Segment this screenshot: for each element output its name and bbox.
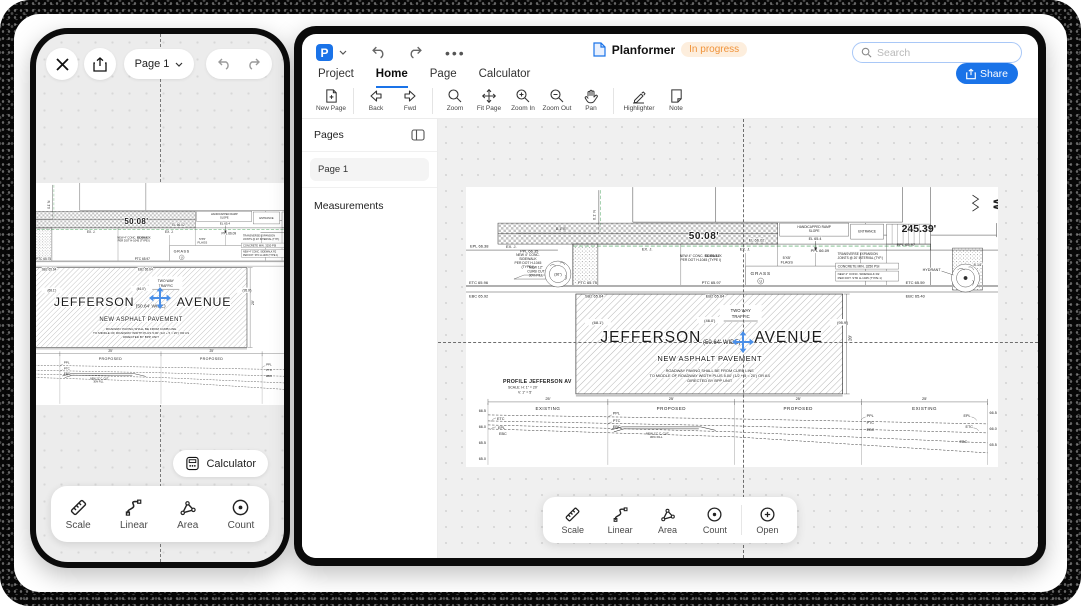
tab-home[interactable]: Home bbox=[376, 68, 408, 88]
undo-redo-group bbox=[206, 49, 272, 79]
note-button[interactable]: Note bbox=[659, 88, 693, 112]
more-menu-button[interactable]: ••• bbox=[445, 45, 466, 61]
count-icon bbox=[706, 506, 723, 523]
redo-icon[interactable] bbox=[246, 58, 261, 70]
highlighter-button[interactable]: Highlighter bbox=[619, 88, 659, 112]
status-badge: In progress bbox=[681, 42, 747, 57]
fit-page-icon bbox=[481, 88, 497, 104]
linear-icon bbox=[124, 498, 143, 517]
move-cursor-icon bbox=[149, 287, 171, 309]
sidebar-item-page-1[interactable]: Page 1 bbox=[310, 158, 429, 181]
calculator-icon bbox=[185, 456, 200, 471]
page-title: Planformer bbox=[612, 43, 675, 57]
export-button[interactable] bbox=[84, 48, 116, 80]
document-icon bbox=[593, 42, 606, 57]
calculator-button[interactable]: Calculator bbox=[173, 450, 268, 477]
search-box bbox=[852, 42, 1022, 63]
tool-area[interactable]: Area bbox=[177, 498, 198, 531]
fit-page-button[interactable]: Fit Page bbox=[472, 88, 506, 112]
drawing-canvas[interactable]: Scale Linear Area Count bbox=[438, 119, 1038, 558]
page-selector[interactable]: Page 1 bbox=[124, 49, 194, 79]
tool-linear[interactable]: Linear bbox=[120, 498, 148, 531]
tool-open[interactable]: Open bbox=[744, 506, 791, 535]
highlighter-icon bbox=[631, 88, 647, 104]
new-page-button[interactable]: New Page bbox=[314, 88, 348, 112]
zoom-button[interactable]: Zoom bbox=[438, 88, 472, 112]
menu-tabs: Project Home Page Calculator bbox=[318, 68, 530, 88]
canvas-measure-toolbar: Scale Linear Area Count bbox=[543, 497, 797, 543]
redo-button[interactable] bbox=[407, 46, 423, 59]
tool-area[interactable]: Area bbox=[644, 506, 691, 535]
arrow-left-icon bbox=[368, 88, 384, 104]
forward-button[interactable]: Fwd bbox=[393, 88, 427, 112]
calculator-label: Calculator bbox=[206, 458, 256, 470]
tool-count[interactable]: Count bbox=[228, 498, 255, 531]
ribbon-toolbar: New Page Back Fwd Zoom Fit bbox=[314, 88, 693, 118]
tablet-mockup: P ••• Planformer In progress Project bbox=[294, 26, 1046, 566]
toolbar-divider bbox=[741, 505, 742, 535]
undo-icon[interactable] bbox=[217, 58, 232, 70]
planformer-app: P ••• Planformer In progress Project bbox=[302, 34, 1038, 558]
tab-page[interactable]: Page bbox=[430, 68, 457, 88]
share-ios-icon bbox=[966, 68, 976, 80]
page-selector-label: Page 1 bbox=[135, 58, 170, 70]
tool-scale[interactable]: Scale bbox=[66, 498, 91, 531]
plan-sheet[interactable] bbox=[466, 187, 998, 467]
app-logo[interactable]: P bbox=[316, 44, 333, 61]
scale-icon bbox=[564, 506, 581, 523]
phone-mockup: Page 1 Calculator Scale bbox=[30, 28, 290, 568]
close-button[interactable] bbox=[46, 48, 78, 80]
move-cursor-icon bbox=[732, 331, 754, 353]
tab-calculator[interactable]: Calculator bbox=[479, 68, 531, 88]
panel-layout-icon[interactable] bbox=[411, 129, 425, 141]
marketing-canvas: 0.1' N 0.1' E 245.39' EPL 65.97 EPL 66.3… bbox=[0, 0, 1081, 606]
tool-linear[interactable]: Linear bbox=[596, 506, 643, 535]
area-icon bbox=[178, 498, 197, 517]
count-icon bbox=[231, 498, 250, 517]
measurements-header: Measurements bbox=[302, 187, 437, 224]
chevron-down-icon[interactable] bbox=[339, 50, 347, 55]
zoom-out-button[interactable]: Zoom Out bbox=[540, 88, 574, 112]
area-icon bbox=[659, 506, 676, 523]
tool-count[interactable]: Count bbox=[691, 506, 738, 535]
phone-measure-toolbar: Scale Linear Area Count bbox=[51, 486, 269, 542]
zoom-in-button[interactable]: Zoom In bbox=[506, 88, 540, 112]
chevron-down-icon bbox=[175, 62, 183, 67]
undo-button[interactable] bbox=[371, 46, 387, 59]
share-ios-icon bbox=[93, 57, 107, 72]
sidebar: Pages Page 1 Measurements bbox=[302, 119, 438, 558]
tab-project[interactable]: Project bbox=[318, 68, 354, 88]
tool-scale[interactable]: Scale bbox=[549, 506, 596, 535]
pages-header: Pages bbox=[302, 119, 437, 152]
search-input[interactable] bbox=[877, 47, 997, 59]
note-icon bbox=[669, 88, 684, 104]
linear-icon bbox=[612, 506, 629, 523]
new-page-icon bbox=[324, 88, 339, 104]
open-plus-icon bbox=[759, 506, 776, 523]
phone-screen: Page 1 Calculator Scale bbox=[36, 34, 284, 562]
magnifier-icon bbox=[447, 88, 463, 104]
content-area: 0.1' N 0.1' E 245.39' EPL 65.97 EPL 66.3… bbox=[14, 14, 1067, 592]
back-button[interactable]: Back bbox=[359, 88, 393, 112]
pan-button[interactable]: Pan bbox=[574, 88, 608, 112]
share-button[interactable]: Share bbox=[956, 63, 1018, 84]
search-icon bbox=[861, 47, 872, 58]
hand-icon bbox=[583, 88, 599, 104]
zoom-out-icon bbox=[549, 88, 565, 104]
zoom-in-icon bbox=[515, 88, 531, 104]
arrow-right-icon bbox=[402, 88, 418, 104]
scale-icon bbox=[69, 498, 88, 517]
